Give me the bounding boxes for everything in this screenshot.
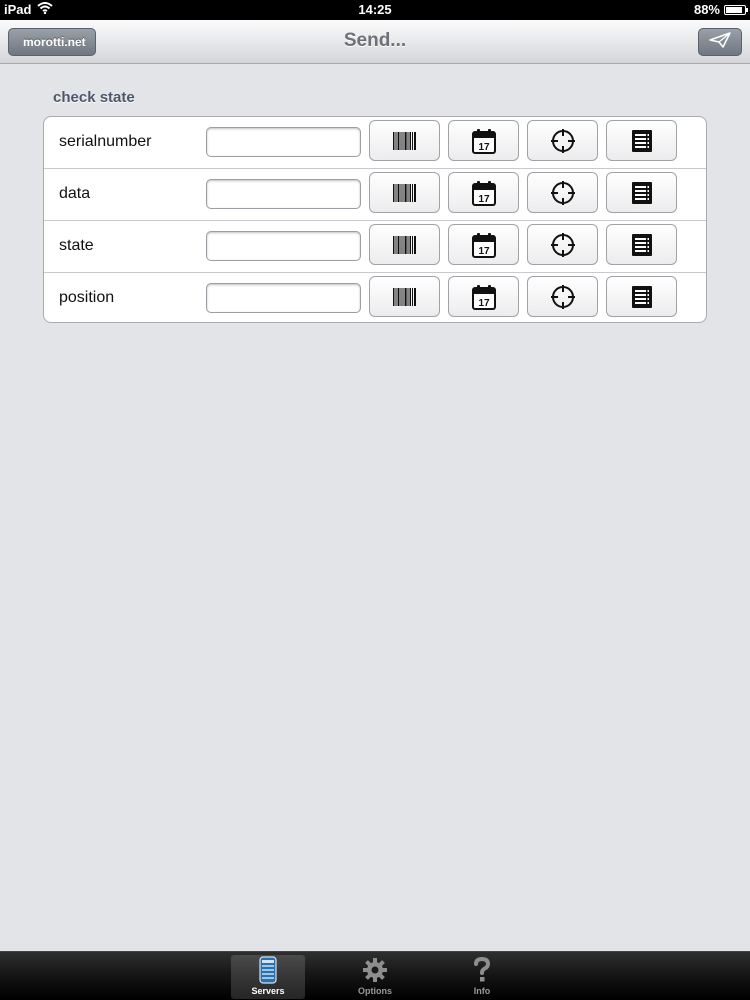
barcode-button[interactable] — [369, 120, 440, 161]
location-button[interactable] — [527, 172, 598, 213]
tab-label: Servers — [251, 986, 285, 996]
form-table: serialnumber 17 data 17 state 17 position 17 — [43, 116, 707, 323]
list-icon — [631, 181, 653, 205]
barcode-button[interactable] — [369, 276, 440, 317]
calendar-day: 17 — [478, 246, 490, 257]
location-button[interactable] — [527, 224, 598, 265]
list-button[interactable] — [606, 224, 677, 265]
calendar-button[interactable]: 17 — [448, 224, 519, 265]
calendar-button[interactable]: 17 — [448, 172, 519, 213]
list-icon — [631, 285, 653, 309]
page-title: Send... — [343, 30, 407, 51]
barcode-icon — [392, 183, 418, 203]
calendar-icon: 17 — [471, 128, 496, 154]
gear-icon — [362, 955, 388, 985]
calendar-day: 17 — [478, 194, 490, 205]
crosshair-icon — [550, 284, 576, 310]
barcode-icon — [392, 287, 418, 307]
calendar-icon: 17 — [471, 284, 496, 310]
list-icon — [631, 233, 653, 257]
battery-percent: 88% — [693, 2, 720, 17]
list-button[interactable] — [606, 120, 677, 161]
list-icon — [631, 129, 653, 153]
calendar-day: 17 — [478, 298, 490, 309]
calendar-icon: 17 — [471, 180, 496, 206]
navigation-bar: morotti.net Send... — [0, 20, 750, 64]
field-input[interactable] — [206, 179, 361, 209]
barcode-button[interactable] — [369, 172, 440, 213]
tab-options[interactable]: Options — [338, 955, 412, 999]
field-input[interactable] — [206, 127, 361, 157]
server-icon — [258, 955, 278, 985]
location-button[interactable] — [527, 276, 598, 317]
calendar-day: 17 — [478, 142, 490, 153]
location-button[interactable] — [527, 120, 598, 161]
status-bar: iPad 14:25 88% — [0, 0, 750, 20]
form-row: data 17 — [44, 169, 706, 221]
calendar-button[interactable]: 17 — [448, 276, 519, 317]
form-row: state 17 — [44, 221, 706, 273]
battery-icon — [724, 4, 748, 15]
list-button[interactable] — [606, 172, 677, 213]
crosshair-icon — [550, 232, 576, 258]
crosshair-icon — [550, 128, 576, 154]
calendar-icon: 17 — [471, 232, 496, 258]
question-icon — [473, 955, 491, 985]
field-label: serialnumber — [59, 133, 152, 150]
status-time: 14:25 — [358, 2, 392, 17]
tab-label: Options — [358, 986, 392, 996]
barcode-button[interactable] — [369, 224, 440, 265]
barcode-icon — [392, 131, 418, 151]
tab-label: Info — [473, 986, 491, 996]
tab-bar: Servers Options Info — [0, 951, 750, 1000]
form-row: serialnumber 17 — [44, 117, 706, 169]
field-label: data — [59, 185, 91, 202]
paper-plane-icon — [709, 31, 731, 53]
tab-servers[interactable]: Servers — [231, 955, 305, 999]
send-button[interactable] — [698, 28, 742, 56]
field-input[interactable] — [206, 231, 361, 261]
field-label: state — [59, 237, 94, 254]
barcode-icon — [392, 235, 418, 255]
tab-info[interactable]: Info — [445, 955, 519, 999]
crosshair-icon — [550, 180, 576, 206]
list-button[interactable] — [606, 276, 677, 317]
section-title: check state — [53, 89, 135, 106]
calendar-button[interactable]: 17 — [448, 120, 519, 161]
field-input[interactable] — [206, 283, 361, 313]
field-label: position — [59, 289, 115, 306]
form-row: position 17 — [44, 273, 706, 322]
